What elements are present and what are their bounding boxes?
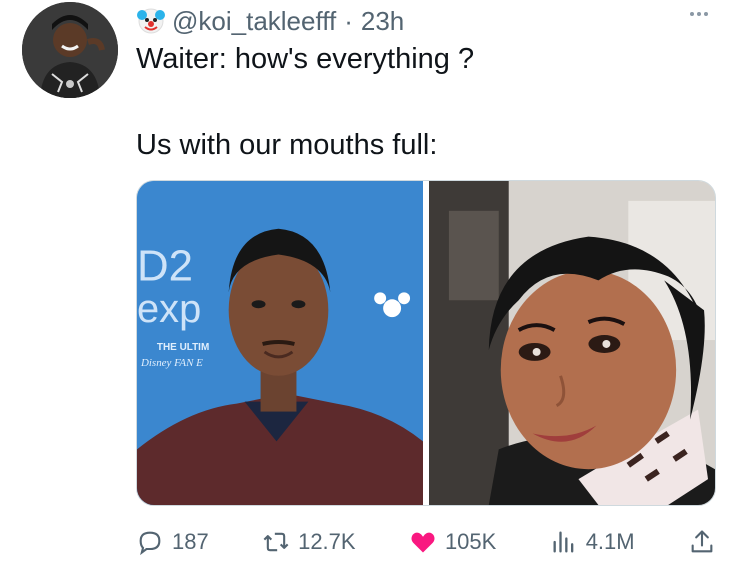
backdrop-text-fan: Disney FAN E xyxy=(140,357,203,369)
tweet-header: @koi_takleefff · 23h xyxy=(136,4,404,38)
more-dots-icon[interactable] xyxy=(684,4,714,24)
reply-icon xyxy=(139,531,161,556)
man-portrait-image: D2 exp THE ULTIM Disney FAN E xyxy=(137,181,423,505)
share-icon xyxy=(691,530,713,553)
retweet-count: 12.7K xyxy=(298,529,356,554)
tweet: @koi_takleefff · 23h Waiter: how's every… xyxy=(0,0,740,567)
tweet-text-line-2: Us with our mouths full: xyxy=(136,129,438,161)
user-handle[interactable]: @koi_takleefff xyxy=(172,6,336,37)
share-button[interactable] xyxy=(688,528,716,556)
media-image-left[interactable]: D2 exp THE ULTIM Disney FAN E xyxy=(137,181,423,505)
clown-emoji-icon xyxy=(136,6,166,36)
tweet-media[interactable]: D2 exp THE ULTIM Disney FAN E xyxy=(136,180,716,506)
avatar[interactable] xyxy=(22,2,118,98)
heart-icon xyxy=(411,532,435,553)
retweet-icon xyxy=(263,532,289,552)
like-count: 105K xyxy=(444,529,497,554)
avatar-image xyxy=(22,2,118,98)
views-count: 4.1M xyxy=(585,529,635,554)
views-icon xyxy=(553,531,574,553)
woman-portrait-image xyxy=(429,181,715,505)
action-bar: 187 12.7K 105K 4.1M xyxy=(136,522,716,562)
tweet-text-line-1: Waiter: how's everything ? xyxy=(136,43,475,75)
timestamp[interactable]: 23h xyxy=(361,6,404,37)
reply-button[interactable]: 187 xyxy=(136,528,209,556)
separator-dot: · xyxy=(344,5,353,36)
like-button[interactable]: 105K xyxy=(409,528,496,556)
views-button[interactable]: 4.1M xyxy=(550,528,635,556)
media-image-right[interactable] xyxy=(429,181,715,505)
backdrop-text-d23: D2 xyxy=(137,241,193,290)
reply-count: 187 xyxy=(172,529,209,554)
retweet-button[interactable]: 12.7K xyxy=(262,528,356,556)
backdrop-text-ultimate: THE ULTIM xyxy=(157,342,209,353)
backdrop-text-exp: exp xyxy=(137,287,201,331)
